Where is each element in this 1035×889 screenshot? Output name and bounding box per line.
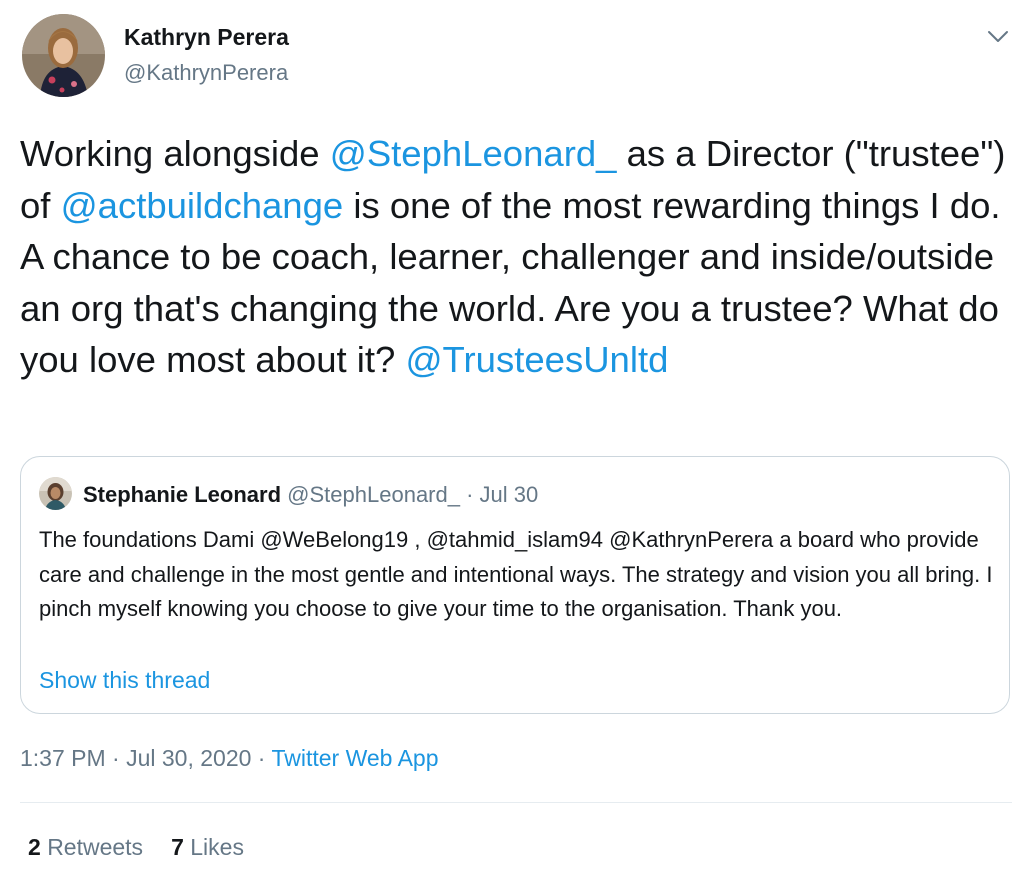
likes-label: Likes (190, 834, 244, 860)
mention-link[interactable]: @StephLeonard_ (330, 133, 617, 174)
quoted-tweet-date: Jul 30 (479, 482, 539, 507)
likes-count: 7 (171, 834, 184, 860)
source-app-link[interactable]: Twitter Web App (271, 745, 438, 771)
retweets-stat[interactable]: 2 Retweets (28, 834, 143, 861)
tweet-timestamp[interactable]: 1:37 PM · Jul 30, 2020 (20, 745, 251, 771)
quoted-author-handle: @StephLeonard_ (287, 482, 460, 507)
retweets-label: Retweets (47, 834, 144, 860)
dot-separator: · (251, 745, 272, 771)
author-name[interactable]: Kathryn Perera (124, 24, 289, 51)
tweet-text: Working alongside @StephLeonard_ as a Di… (20, 128, 1010, 386)
tweet-detail: Kathryn Perera @KathrynPerera Working al… (0, 0, 1035, 889)
retweets-count: 2 (28, 834, 41, 860)
likes-stat[interactable]: 7 Likes (171, 834, 244, 861)
quoted-tweet-card[interactable]: Stephanie Leonard @StephLeonard_ · Jul 3… (20, 456, 1010, 714)
quoted-author-avatar (39, 477, 72, 510)
mention-link[interactable]: @TrusteesUnltd (406, 339, 669, 380)
author-handle[interactable]: @KathrynPerera (124, 60, 288, 86)
dot-separator: · (459, 482, 480, 507)
author-avatar[interactable] (22, 14, 105, 97)
chevron-down-icon[interactable] (984, 22, 1012, 50)
divider (20, 802, 1012, 803)
tweet-metadata: 1:37 PM · Jul 30, 2020 · Twitter Web App (20, 745, 439, 772)
engagement-stats: 2 Retweets 7 Likes (28, 834, 244, 861)
quoted-author-name: Stephanie Leonard (83, 482, 282, 507)
quoted-tweet-header: Stephanie Leonard @StephLeonard_ · Jul 3… (83, 482, 538, 508)
tweet-text-segment: Working alongside (20, 133, 330, 174)
show-thread-link[interactable]: Show this thread (39, 667, 210, 694)
quoted-tweet-text: The foundations Dami @WeBelong19 , @tahm… (39, 527, 993, 621)
mention-link[interactable]: @actbuildchange (61, 185, 344, 226)
